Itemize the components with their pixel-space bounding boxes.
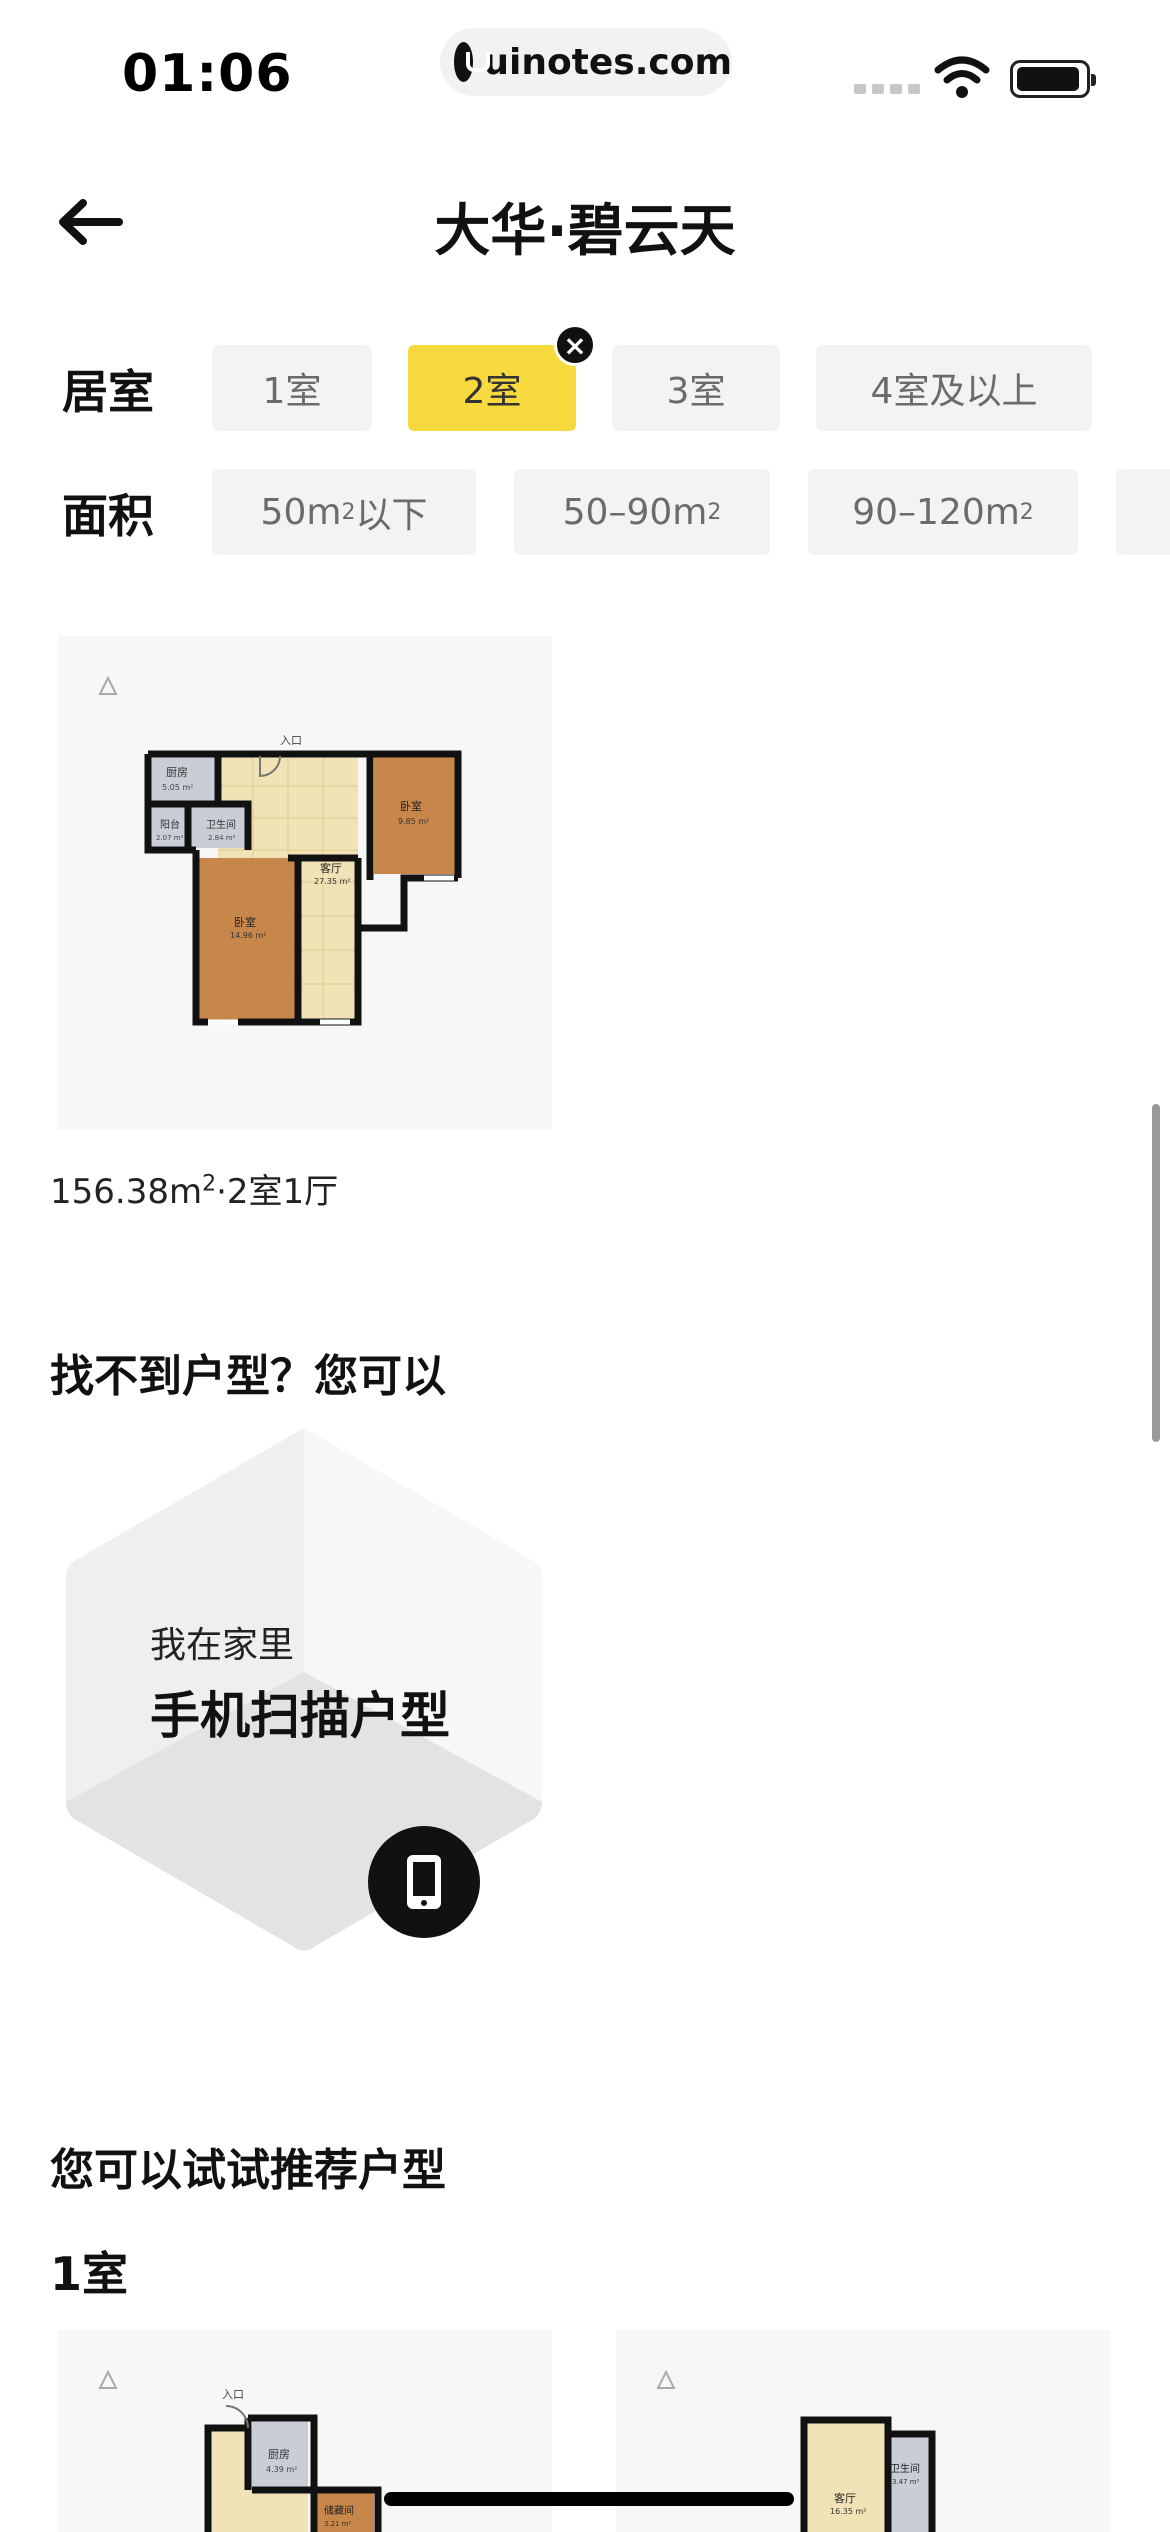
battery-icon	[1010, 60, 1096, 98]
plan-living-label: 客厅	[320, 861, 342, 875]
phone-icon	[407, 1855, 441, 1909]
floorplan-caption: 156.38m2·2室1厅	[50, 1164, 338, 1213]
fallback-title: 找不到户型？您可以	[50, 1351, 446, 1402]
plan-living-area: 27.35 m²	[314, 877, 350, 886]
chip-area-base: 50–90m	[562, 491, 708, 533]
plan-entrance-label: 入口	[280, 734, 302, 747]
floorplan-drawing: 入口 厨房 5.05 m² 阳台 2.07 m² 卫生间 2.84 m² 卧室 …	[144, 734, 462, 1026]
url-text: uinotes.com	[483, 41, 732, 83]
scrollbar[interactable]	[1152, 1104, 1160, 1442]
chip-area-more[interactable]	[1116, 469, 1170, 555]
plan-kitchen-area: 5.05 m²	[162, 783, 193, 792]
plan-living-area: 16.35 m²	[830, 2507, 866, 2516]
plan-storage-area: 3.21 m²	[324, 2520, 352, 2528]
url-pill[interactable]: uinotes.com	[440, 28, 732, 96]
plan-bathroom-area: 3.47 m²	[892, 2478, 920, 2486]
scan-phone-button[interactable]	[368, 1826, 480, 1938]
floorplan-card[interactable]: 入口 厨房 5.05 m² 阳台 2.07 m² 卫生间 2.84 m² 卧室 …	[58, 636, 552, 1130]
chip-area-under-50[interactable]: 50m 2 以下	[212, 469, 476, 555]
plan-bathroom-label: 卫生间	[890, 2462, 920, 2475]
scan-subtitle: 我在家里	[150, 1625, 295, 1666]
cellular-signal-icon	[854, 84, 920, 94]
chip-area-base: 90–120m	[852, 491, 1020, 533]
caption-area: 156.38m	[50, 1172, 203, 1212]
chip-rooms-4plus[interactable]: 4室及以上	[816, 345, 1092, 431]
plan-storage-label: 储藏间	[324, 2504, 354, 2517]
wifi-icon	[934, 56, 990, 98]
caption-sup: 2	[202, 1171, 217, 1197]
chip-area-90-120[interactable]: 90–120m 2	[808, 469, 1078, 555]
page-title: 大华·碧云天	[434, 199, 736, 264]
plan-bathroom-area: 2.84 m²	[208, 834, 236, 842]
area-filter-label: 面积	[62, 489, 154, 543]
home-indicator	[384, 2492, 794, 2506]
scan-title: 手机扫描户型	[150, 1687, 450, 1745]
plan-kitchen-label: 厨房	[166, 766, 188, 779]
chip-area-suffix: 以下	[355, 495, 428, 536]
chip-area-sup: 2	[707, 499, 722, 525]
plan-bedroom-b-label: 卧室	[234, 915, 256, 929]
plan-balcony-area: 2.07 m²	[156, 834, 184, 842]
recommend-title: 您可以试试推荐户型	[50, 2145, 446, 2196]
caption-rest: ·2室1厅	[216, 1172, 339, 1212]
plan-bedroom-b-area: 14.96 m²	[230, 931, 266, 940]
plan-kitchen-area: 4.39 m²	[266, 2465, 297, 2474]
site-logo-icon	[454, 42, 491, 82]
recommend-group-title: 1室	[50, 2247, 129, 2301]
chip-rooms-3[interactable]: 3室	[612, 345, 780, 431]
plan-kitchen-label: 厨房	[268, 2448, 290, 2461]
rooms-filter-label: 居室	[62, 365, 154, 419]
chip-area-sup: 2	[1019, 499, 1034, 525]
clear-filter-icon[interactable]: ×	[554, 324, 596, 366]
plan-bedroom-a-label: 卧室	[400, 799, 422, 813]
chip-area-sup: 2	[341, 499, 356, 525]
chip-area-50-90[interactable]: 50–90m 2	[514, 469, 770, 555]
plan-living-label: 客厅	[834, 2491, 856, 2505]
plan-balcony-label: 阳台	[160, 818, 180, 831]
chip-rooms-2[interactable]: 2室	[408, 345, 576, 431]
status-bar: 01:06 uinotes.com	[0, 0, 1170, 140]
status-time: 01:06	[122, 44, 293, 104]
plan-bedroom-a-area: 9.85 m²	[398, 817, 429, 826]
plan-entrance-label: 入口	[222, 2388, 244, 2401]
chip-area-base: 50m	[260, 491, 342, 533]
plan-bathroom-label: 卫生间	[206, 818, 236, 831]
chip-rooms-1[interactable]: 1室	[212, 345, 372, 431]
